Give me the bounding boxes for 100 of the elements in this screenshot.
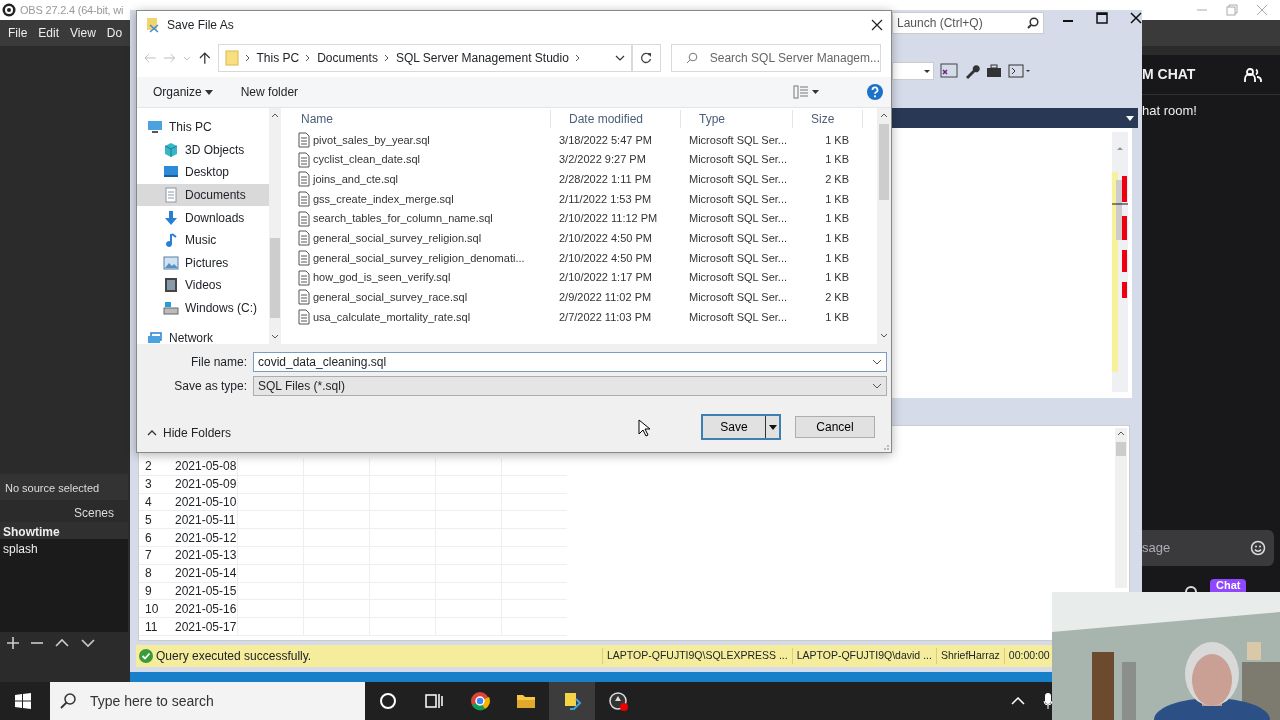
table-cell-text: 2 KB [824,290,850,306]
dropdown-icon[interactable] [1126,116,1134,121]
table-cell-text: 1 KB [824,191,850,207]
column-header[interactable]: Name [283,110,551,128]
table-cell-text: 1 KB [824,152,850,168]
address-bar[interactable]: This PC Documents SQL Server Management Studio [217,44,632,72]
chevron-icon [305,54,312,62]
file-name[interactable]: search_tables_for_column_name.sql [283,210,551,227]
nav-item[interactable]: Pictures [137,251,269,275]
file-name[interactable]: general_social_survey_religion_denomati... [283,249,551,267]
table-cell-text: Microsoft SQL Ser... [688,290,788,306]
nav-item[interactable]: Music [137,228,269,252]
column-header[interactable]: Size [793,110,863,128]
emoji-icon[interactable] [1250,540,1266,556]
file-name[interactable]: usa_calculate_mortality_rate.sql [283,308,551,326]
row-number: 5 [144,511,153,529]
table-cell-text: 2/28/2022 1:11 PM [558,171,653,187]
close-icon[interactable] [871,19,883,31]
dropdown-icon[interactable] [872,359,882,365]
dropdown-icon [872,383,882,389]
nav-item[interactable]: Windows (C:) [137,296,269,320]
picture-icon [163,254,179,271]
folder-icon [224,50,239,66]
save-button[interactable]: Save [703,416,765,438]
scene-item[interactable]: splash [0,539,128,556]
cortana-icon[interactable] [378,691,398,711]
message-field[interactable]: sage [1142,530,1274,566]
nav-item[interactable]: 3D Objects [137,138,269,162]
column-header[interactable]: Date modified [551,110,681,128]
menu-item[interactable]: Edit [38,24,60,42]
dropdown-field[interactable] [892,62,934,80]
scene-item[interactable]: Showtime [0,522,128,539]
add-icon[interactable] [6,636,20,650]
sticky-notes-icon[interactable] [562,691,582,711]
refresh-button[interactable] [631,44,661,72]
breadcrumb-item[interactable]: SQL Server Management Studio [395,49,569,67]
search-icon[interactable] [1027,17,1039,29]
music-icon [163,232,179,249]
search-field[interactable]: Search SQL Server Managem... [670,44,881,72]
table-cell-text: 3/2/2022 9:27 PM [558,152,647,168]
menu-item[interactable]: File [8,24,28,42]
nav-item[interactable]: Downloads [137,206,269,229]
quick-launch-field[interactable]: Launch (Ctrl+Q) [892,12,1044,34]
nav-item[interactable]: Desktop [137,161,269,184]
table-cell-text: Microsoft SQL Ser... [688,250,788,266]
close-icon[interactable] [1130,12,1142,24]
view-icon[interactable] [793,85,819,99]
task-view-icon[interactable] [424,691,444,711]
toolbar-button[interactable]: New folder [240,83,299,101]
film-icon [163,277,179,294]
up-icon[interactable] [197,51,212,65]
search-icon [60,693,76,709]
file-name-field[interactable]: covid_data_cleaning.sql [253,352,887,372]
breadcrumb-item[interactable]: Documents [317,49,378,67]
table-cell-text: 2/7/2022 11:03 PM [558,309,653,325]
table-cell-text: 1 KB [824,309,850,325]
save-options-button[interactable] [765,416,779,438]
network-icon [147,329,163,346]
microphone-icon[interactable] [1043,692,1053,710]
table-cell-text: 2021-05-12 [174,529,237,547]
down-icon[interactable] [80,636,96,650]
menu-item[interactable]: View [70,24,96,42]
recorder-icon[interactable] [608,691,628,711]
dropdown-icon[interactable] [614,55,625,61]
file-type-dropdown[interactable]: SQL Files (*.sql) [253,376,887,396]
file-name[interactable]: general_social_survey_religion.sql [283,230,551,247]
file-name[interactable]: general_social_survey_race.sql [283,289,551,306]
maximize-icon[interactable] [1096,12,1108,24]
file-name[interactable]: pivot_sales_by_year.sql [283,131,551,149]
organize-menu[interactable]: Organize [153,83,213,101]
file-name[interactable]: cyclist_clean_date.sql [283,151,551,168]
nav-item[interactable]: Documents [137,183,269,207]
nav-item[interactable]: This PC [137,116,269,139]
refresh-icon [640,52,653,64]
resize-grip-icon[interactable] [881,442,889,450]
chevron-icon[interactable] [1011,697,1025,705]
window-icon[interactable] [940,63,958,79]
menu-item[interactable]: Do [106,24,123,42]
cube-icon [163,141,179,158]
file-name[interactable]: joins_and_cte.sql [283,170,551,188]
browser-icon[interactable] [470,691,490,711]
search-field[interactable]: Type here to search [50,682,365,720]
field-label: File name: [189,354,248,371]
help-icon[interactable] [867,84,883,100]
file-name[interactable]: gss_create_index_merge.sql [283,190,551,208]
download-icon [163,209,179,226]
table-cell-text: 2/11/2022 1:53 PM [558,191,653,207]
hide-folders-toggle[interactable]: Hide Folders [147,424,232,442]
file-name[interactable]: how_god_is_seen_verify.sql [283,269,551,286]
nav-item[interactable]: Videos [137,274,269,297]
terminal-icon[interactable] [1008,64,1030,78]
scrollbar-drawing[interactable] [1115,428,1127,588]
breadcrumb-item[interactable]: This PC [256,49,300,67]
column-header[interactable]: Type [681,110,793,128]
table-cell-text: 2021-05-09 [174,476,237,494]
cancel-button[interactable]: Cancel [795,416,875,438]
users-icon[interactable] [1244,66,1262,83]
toolbox-icon[interactable] [986,64,1002,78]
chat-button[interactable]: Chat [1210,579,1247,592]
nav-item[interactable]: Network [137,326,269,349]
